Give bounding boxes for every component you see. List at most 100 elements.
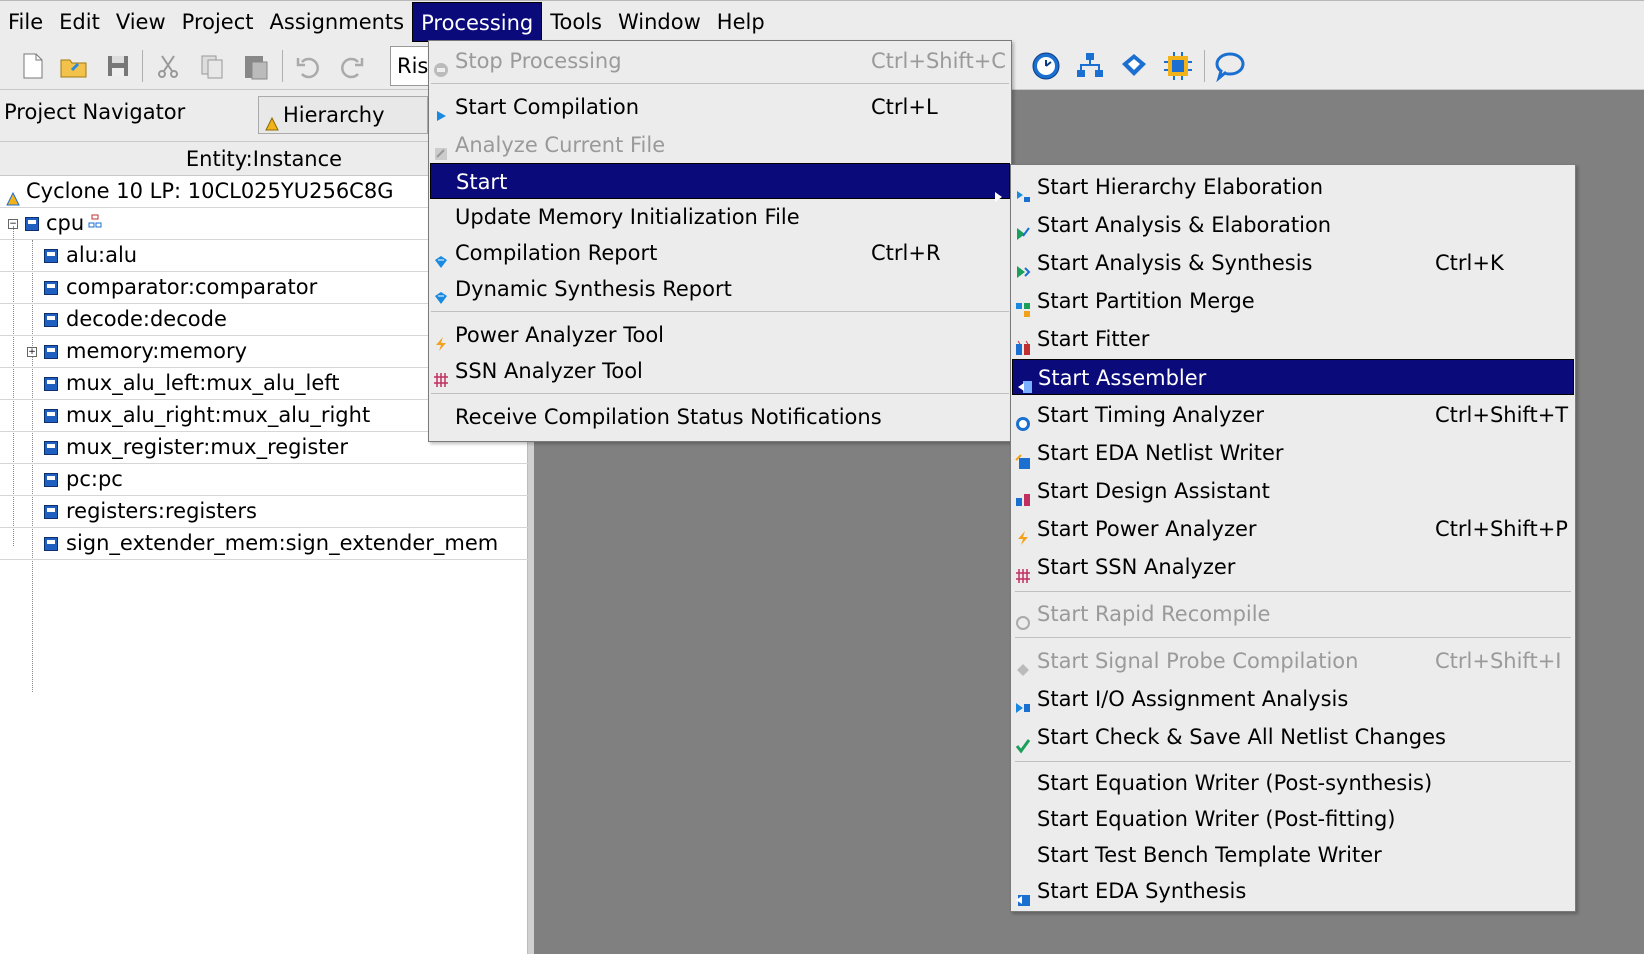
revision-combo[interactable]: Ris	[390, 46, 430, 86]
eda-synthesis-icon	[1015, 883, 1031, 906]
instance-label: comparator:comparator	[66, 275, 318, 299]
menu-item-start-design-assistant[interactable]: Start Design Assistant	[1011, 473, 1575, 509]
entity-icon	[44, 409, 58, 423]
entity-icon	[44, 441, 58, 455]
menu-view[interactable]: View	[108, 2, 174, 42]
menu-item-start[interactable]: Start	[430, 163, 1010, 202]
instance-label: decode:decode	[66, 307, 227, 331]
play-icon	[433, 99, 449, 121]
paste-icon[interactable]	[240, 50, 272, 82]
menu-item-start-ssn-analyzer[interactable]: Start SSN Analyzer	[1011, 549, 1575, 585]
menu-item-compilation-report[interactable]: Compilation Report Ctrl+R	[429, 235, 1011, 271]
menu-bar: File Edit View Project Assignments Proce…	[0, 0, 1644, 42]
menu-file[interactable]: File	[0, 2, 51, 42]
report-icon	[433, 245, 449, 268]
menu-item-start-rapid-recompile[interactable]: Start Rapid Recompile	[1011, 596, 1575, 632]
entity-icon	[44, 313, 58, 327]
menu-window[interactable]: Window	[610, 2, 709, 42]
menu-item-start-equation-writer-synthesis[interactable]: Start Equation Writer (Post-synthesis)	[1011, 765, 1575, 801]
menu-item-start-fitter[interactable]: Start Fitter	[1011, 321, 1575, 357]
instance-label: memory:memory	[66, 339, 248, 363]
menu-item-start-hierarchy-elaboration[interactable]: Start Hierarchy Elaboration	[1011, 169, 1575, 205]
menu-item-start-analysis-synthesis[interactable]: Start Analysis & Synthesis Ctrl+K	[1011, 245, 1575, 281]
ssn-icon	[1015, 559, 1031, 583]
menu-project[interactable]: Project	[174, 2, 262, 42]
start-submenu: Start Hierarchy Elaboration Start Analys…	[1010, 164, 1576, 912]
entity-icon	[44, 377, 58, 391]
eda-netlist-writer-icon	[1015, 445, 1031, 469]
instance-label: sign_extender_mem:sign_extender_mem	[66, 531, 499, 555]
menu-item-start-io-assignment[interactable]: Start I/O Assignment Analysis	[1011, 681, 1575, 717]
entity-icon	[44, 249, 58, 263]
instance-label: mux_alu_left:mux_alu_left	[66, 371, 340, 395]
menu-item-start-eda-netlist-writer[interactable]: Start EDA Netlist Writer	[1011, 435, 1575, 471]
entity-icon	[44, 537, 58, 551]
instance-label: pc:pc	[66, 467, 123, 491]
entity-icon	[25, 217, 39, 231]
hierarchy-icon	[265, 106, 279, 142]
menu-item-start-analysis-elaboration[interactable]: Start Analysis & Elaboration	[1011, 207, 1575, 243]
timing-analyzer-icon	[1015, 407, 1031, 431]
menu-item-receive-notifications[interactable]: Receive Compilation Status Notifications	[429, 399, 1011, 435]
navigator-title: Project Navigator	[4, 100, 186, 124]
help-chat-icon[interactable]	[1214, 50, 1246, 83]
menu-item-start-power-analyzer[interactable]: Start Power Analyzer Ctrl+Shift+P	[1011, 511, 1575, 547]
menu-item-analyze-current-file[interactable]: Analyze Current File	[429, 127, 1011, 163]
menu-item-start-check-save-netlist[interactable]: Start Check & Save All Netlist Changes	[1011, 719, 1575, 755]
menu-edit[interactable]: Edit	[51, 2, 108, 42]
io-assignment-icon	[1015, 691, 1031, 713]
menu-item-start-signal-probe[interactable]: Start Signal Probe Compilation Ctrl+Shif…	[1011, 643, 1575, 679]
menu-item-power-analyzer-tool[interactable]: Power Analyzer Tool	[429, 317, 1011, 353]
undo-icon[interactable]	[292, 50, 324, 82]
redo-icon[interactable]	[336, 50, 368, 82]
top-entity-label: cpu	[46, 211, 85, 235]
menu-item-update-mif[interactable]: Update Memory Initialization File	[429, 199, 1011, 235]
copy-icon[interactable]	[196, 50, 228, 82]
menu-item-dynamic-synthesis-report[interactable]: Dynamic Synthesis Report	[429, 271, 1011, 307]
new-file-icon[interactable]	[16, 50, 48, 82]
menu-item-start-timing-analyzer[interactable]: Start Timing Analyzer Ctrl+Shift+T	[1011, 397, 1575, 433]
menu-item-start-equation-writer-fitting[interactable]: Start Equation Writer (Post-fitting)	[1011, 801, 1575, 837]
tree-row-instance[interactable]: sign_extender_mem:sign_extender_mem	[0, 528, 528, 560]
report-icon	[433, 281, 449, 304]
entity-icon	[44, 473, 58, 487]
menu-tools[interactable]: Tools	[542, 2, 610, 42]
timing-analyzer-icon[interactable]	[1030, 50, 1062, 82]
menu-item-start-compilation[interactable]: Start Compilation Ctrl+L	[429, 89, 1011, 125]
analysis-synthesis-icon	[1015, 255, 1031, 278]
netlist-viewer-icon[interactable]	[1074, 50, 1106, 82]
chip-planner-icon[interactable]	[1118, 50, 1150, 82]
pin-planner-icon[interactable]	[1162, 50, 1194, 82]
view-selector-value: Hierarchy	[283, 103, 385, 127]
device-label: Cyclone 10 LP: 10CL025YU256C8G	[26, 179, 394, 203]
top-level-marker-icon	[88, 206, 102, 236]
instance-label: registers:registers	[66, 499, 257, 523]
tree-row-instance[interactable]: pc:pc	[0, 464, 528, 496]
save-icon[interactable]	[102, 50, 134, 82]
analysis-elaboration-icon	[1015, 217, 1031, 240]
menu-item-start-eda-synthesis[interactable]: Start EDA Synthesis	[1011, 873, 1575, 909]
menu-assignments[interactable]: Assignments	[262, 2, 413, 42]
menu-item-ssn-analyzer-tool[interactable]: SSN Analyzer Tool	[429, 353, 1011, 389]
menu-help[interactable]: Help	[709, 2, 773, 42]
hierarchy-elaboration-icon	[1015, 179, 1031, 202]
navigator-view-selector[interactable]: Hierarchy	[258, 96, 428, 134]
menu-item-start-test-bench-writer[interactable]: Start Test Bench Template Writer	[1011, 837, 1575, 873]
entity-icon	[44, 345, 58, 359]
analyze-icon	[433, 137, 449, 160]
menu-item-start-partition-merge[interactable]: Start Partition Merge	[1011, 283, 1575, 319]
tree-row-instance[interactable]: registers:registers	[0, 496, 528, 528]
menu-item-start-assembler[interactable]: Start Assembler	[1012, 359, 1574, 395]
power-icon	[1015, 521, 1031, 545]
partition-merge-icon	[1015, 293, 1031, 317]
assembler-icon	[1017, 370, 1033, 393]
signal-probe-icon	[1015, 653, 1031, 676]
entity-icon	[44, 505, 58, 519]
ssn-icon	[433, 363, 449, 387]
open-folder-icon[interactable]	[58, 50, 90, 82]
processing-menu: Stop Processing Ctrl+Shift+C Start Compi…	[428, 40, 1012, 442]
menu-processing[interactable]: Processing	[412, 1, 543, 42]
menu-item-stop-processing[interactable]: Stop Processing Ctrl+Shift+C	[429, 43, 1011, 79]
expand-icon[interactable]: +	[27, 347, 37, 357]
cut-icon[interactable]	[152, 50, 184, 82]
